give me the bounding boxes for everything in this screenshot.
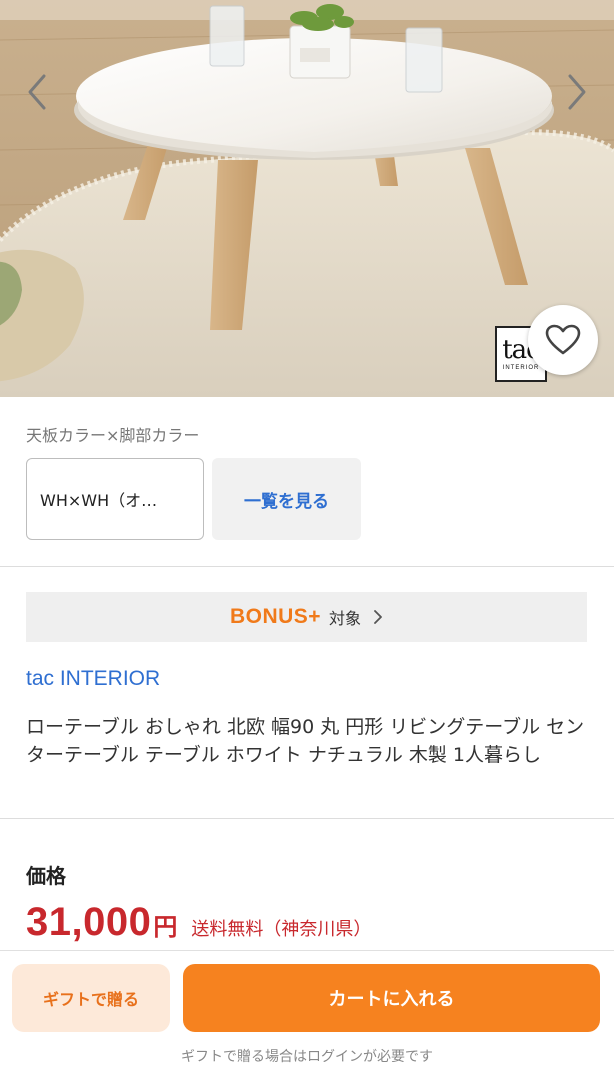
- product-title: ローテーブル おしゃれ 北欧 幅90 丸 円形 リビングテーブル センターテーブ…: [26, 716, 585, 766]
- favorite-button[interactable]: [528, 305, 598, 375]
- divider: [0, 566, 614, 567]
- gift-login-note: ギフトで贈る場合はログインが必要です: [181, 1049, 433, 1065]
- price-unit: 円: [153, 913, 178, 941]
- view-all-variants-button[interactable]: 一覧を見る: [212, 458, 361, 540]
- add-to-cart-button[interactable]: カートに入れる: [183, 964, 600, 1032]
- bottom-action-bar: ギフトで贈る カートに入れる ギフトで贈る場合はログインが必要です: [0, 950, 614, 1081]
- bonus-target-text: 対象: [329, 609, 362, 628]
- bonus-plus-logo: BONUS+: [229, 605, 322, 628]
- chevron-left-icon: [28, 74, 46, 110]
- price-label: 価格: [26, 864, 66, 888]
- price-row: 31,000 円 送料無料（神奈川県）: [26, 900, 371, 945]
- prev-image-button[interactable]: [18, 70, 58, 114]
- bonus-plus-banner[interactable]: BONUS+ 対象: [26, 592, 587, 642]
- chevron-right-icon: [568, 74, 586, 110]
- shipping-info: 送料無料（神奈川県）: [191, 919, 372, 940]
- product-image[interactable]: tac INTERIOR: [0, 0, 614, 397]
- divider: [0, 818, 614, 819]
- heart-outline-icon: [545, 324, 581, 355]
- price-value: 31,000: [26, 900, 152, 944]
- brand-logo-sub: INTERIOR: [502, 365, 540, 371]
- variant-label: 天板カラー×脚部カラー: [26, 426, 200, 445]
- shop-name-link[interactable]: tac INTERIOR: [26, 667, 160, 691]
- chevron-right-icon: [374, 610, 382, 624]
- gift-button[interactable]: ギフトで贈る: [12, 964, 170, 1032]
- variant-option-selected[interactable]: WH×WH（オ…: [26, 458, 204, 540]
- next-image-button[interactable]: [556, 70, 596, 114]
